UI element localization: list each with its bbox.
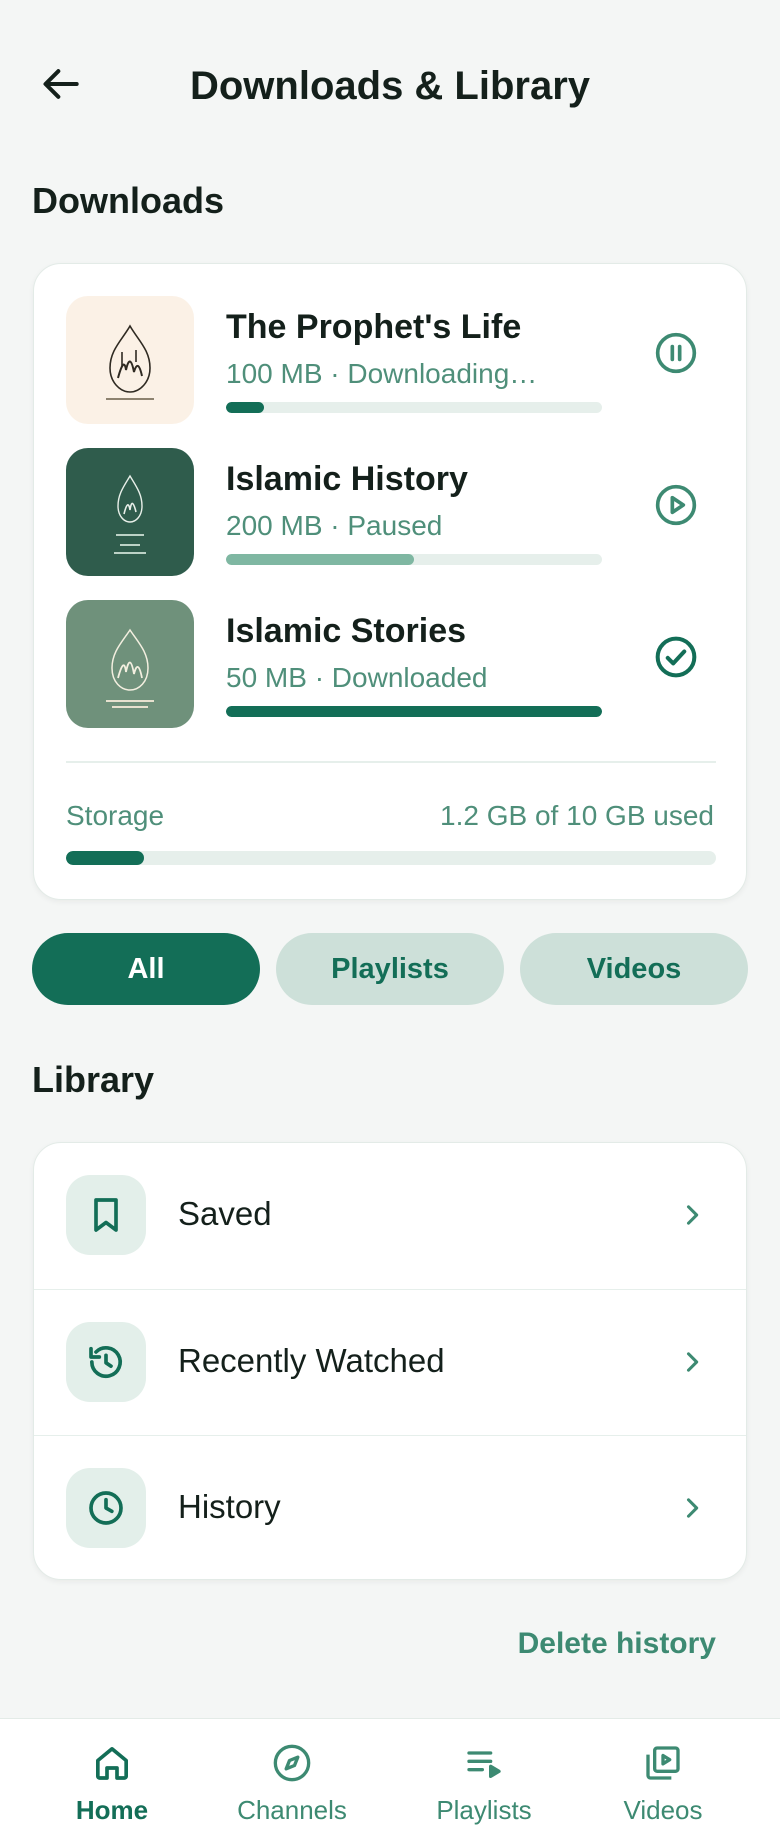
video-library-icon: [646, 1746, 680, 1780]
library-item-saved[interactable]: Saved: [34, 1143, 746, 1289]
library-section-title: Library: [32, 1059, 155, 1100]
chip-all[interactable]: All: [32, 933, 260, 1005]
home-icon: [96, 1747, 128, 1780]
nav-label: Videos: [623, 1795, 703, 1825]
download-title: The Prophet's Life: [226, 308, 522, 346]
filter-chips: All Playlists Videos: [32, 933, 748, 1005]
bottom-navigation: Home Channels Playlists Videos: [0, 1718, 780, 1838]
library-item-label: Saved: [178, 1195, 272, 1232]
chip-playlists[interactable]: Playlists: [276, 933, 504, 1005]
download-progress-bar: [226, 554, 602, 565]
history-icon: [89, 1346, 122, 1379]
app-header: Downloads & Library: [0, 0, 780, 180]
download-progress-fill: [226, 402, 264, 413]
chevron-right-icon: [676, 1346, 708, 1378]
download-thumbnail: [66, 448, 194, 576]
downloads-section-title: Downloads: [32, 180, 225, 221]
download-progress-bar: [226, 706, 602, 717]
download-progress-fill: [226, 706, 602, 717]
download-thumbnail: [66, 600, 194, 728]
chevron-right-icon: [676, 1199, 708, 1231]
play-circle-icon: [655, 484, 697, 526]
clock-icon-container: [66, 1468, 146, 1548]
chip-videos[interactable]: Videos: [520, 933, 748, 1005]
calligraphy-artwork: [106, 324, 154, 400]
pause-button[interactable]: [651, 328, 701, 378]
page-title: Downloads & Library: [189, 64, 591, 108]
nav-home[interactable]: Home: [62, 1719, 162, 1838]
storage-label: Storage: [66, 800, 165, 831]
downloaded-status[interactable]: [651, 632, 701, 682]
download-item[interactable]: Islamic History 200 MB · Paused: [66, 448, 716, 576]
check-circle-icon: [655, 636, 697, 678]
download-meta: 50 MB · Downloaded: [226, 662, 488, 693]
download-meta: 100 MB · Downloading…: [226, 358, 538, 389]
download-item[interactable]: Islamic Stories 50 MB · Downloaded: [66, 600, 716, 728]
delete-history-link[interactable]: Delete history: [518, 1627, 716, 1661]
download-title: Islamic History: [226, 460, 468, 498]
library-item-label: History: [178, 1488, 281, 1525]
calligraphy-artwork: [114, 474, 146, 554]
history-icon-container: [66, 1322, 146, 1402]
playlist-icon: [467, 1751, 501, 1778]
nav-playlists[interactable]: Playlists: [414, 1719, 554, 1838]
library-item-label: Recently Watched: [178, 1342, 445, 1379]
library-item-recently-watched[interactable]: Recently Watched: [34, 1289, 746, 1435]
divider: [66, 761, 716, 763]
calligraphy-artwork: [106, 628, 154, 708]
download-progress-bar: [226, 402, 602, 413]
storage-bar: [66, 851, 716, 865]
nav-videos[interactable]: Videos: [613, 1719, 713, 1838]
download-meta: 200 MB · Paused: [226, 510, 443, 541]
bookmark-icon-container: [66, 1175, 146, 1255]
play-button[interactable]: [651, 480, 701, 530]
storage-bar-fill: [66, 851, 144, 865]
nav-channels[interactable]: Channels: [222, 1719, 362, 1838]
download-progress-fill: [226, 554, 414, 565]
chevron-right-icon: [676, 1492, 708, 1524]
download-title: Islamic Stories: [226, 612, 467, 650]
bookmark-icon: [94, 1198, 118, 1232]
storage-value: 1.2 GB of 10 GB used: [440, 800, 714, 831]
download-item[interactable]: The Prophet's Life 100 MB · Downloading…: [66, 296, 716, 424]
nav-label: Playlists: [436, 1795, 532, 1825]
library-item-history[interactable]: History: [34, 1435, 746, 1579]
clock-icon: [89, 1491, 123, 1525]
download-thumbnail: [66, 296, 194, 424]
library-card: Saved Recently Watched History: [33, 1142, 747, 1580]
nav-label: Channels: [237, 1795, 347, 1825]
downloads-card: The Prophet's Life 100 MB · Downloading……: [33, 263, 747, 900]
pause-circle-icon: [655, 332, 697, 374]
compass-icon: [273, 1744, 311, 1782]
nav-label: Home: [75, 1795, 149, 1825]
